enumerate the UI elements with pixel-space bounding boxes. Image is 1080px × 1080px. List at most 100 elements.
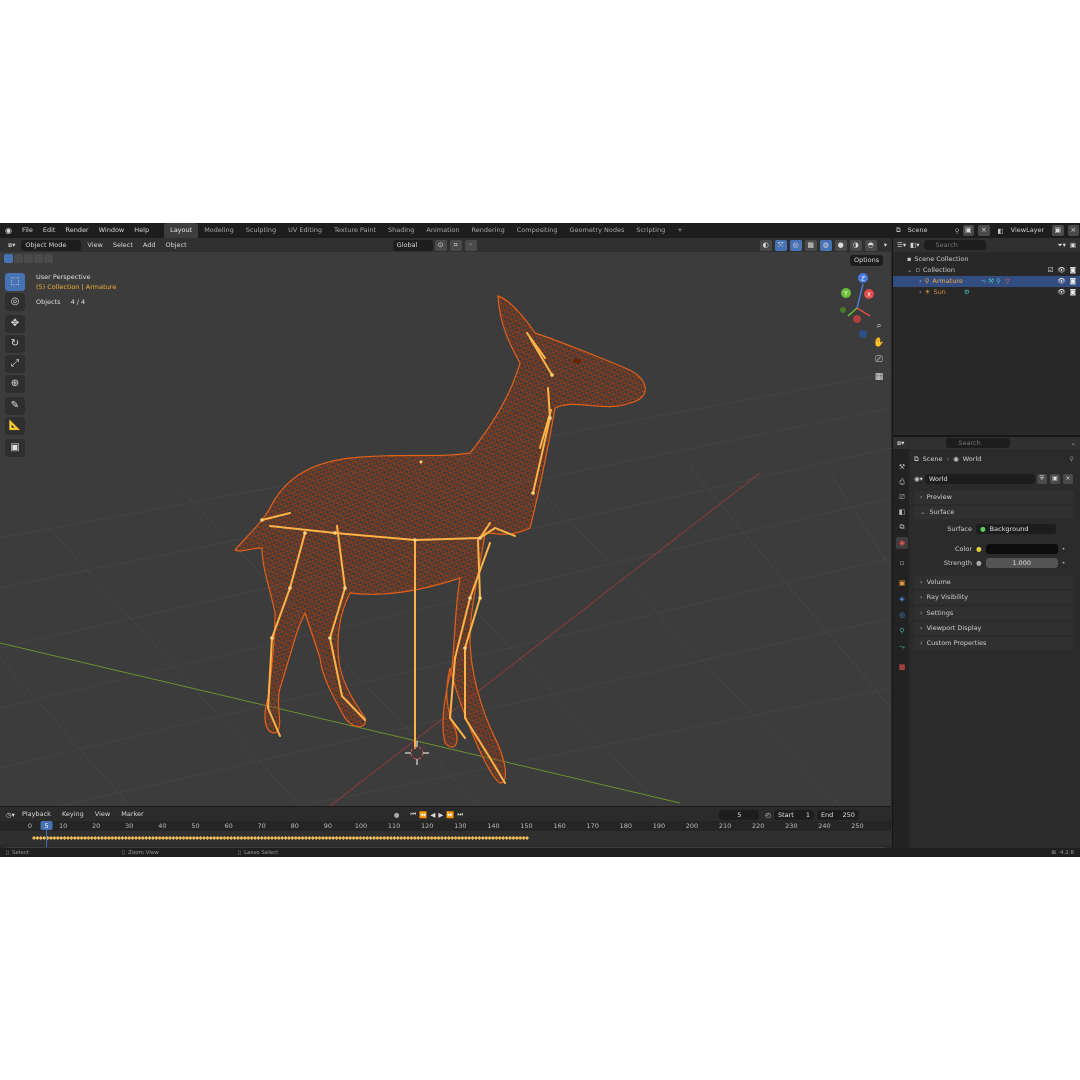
filter-icon[interactable]: ⏷▾ — [1057, 241, 1065, 250]
object-data-tab-icon[interactable]: ⤳ — [896, 641, 908, 653]
annotate-tool-icon[interactable]: ✎ — [5, 397, 25, 415]
collection-tab-icon[interactable]: ▫ — [896, 557, 908, 569]
render-tab-icon[interactable]: ⎙ — [896, 476, 908, 488]
section-settings[interactable]: › Settings — [914, 607, 1074, 620]
keyframe-dot-icon[interactable]: • — [1062, 545, 1066, 553]
outliner-item-armature[interactable]: › ⚲ Armature ⤳ ⚒ ⚲ ▽ 👁 ◙ — [893, 276, 1080, 287]
tool-tab-icon[interactable]: ⚒ — [896, 461, 908, 473]
modifiers-tab-icon[interactable]: ◈ — [896, 593, 908, 605]
menu-timeline-view[interactable]: View — [91, 809, 114, 820]
rotate-tool-icon[interactable]: ↻ — [5, 335, 25, 353]
breadcrumb-world[interactable]: World — [963, 455, 982, 463]
add-workspace-icon[interactable]: + — [671, 223, 688, 238]
scale-tool-icon[interactable]: ⤢ — [5, 355, 25, 373]
scene-tab-icon[interactable]: ⧉ — [896, 521, 908, 533]
menu-object[interactable]: Object — [162, 240, 191, 251]
transform-tool-icon[interactable]: ⊕ — [5, 375, 25, 393]
timeline-track[interactable]: 0 10 20 30 40 50 60 70 80 90 100 110 120 130 140 150 160… — [0, 821, 891, 851]
select-intersect-icon[interactable] — [44, 254, 53, 263]
tab-texture-paint[interactable]: Texture Paint — [328, 223, 382, 238]
expand-arrow-icon[interactable]: › — [919, 287, 922, 298]
properties-search-input[interactable]: Search — [946, 438, 1011, 448]
orientation-selector[interactable]: Global — [392, 239, 433, 251]
select-extend-icon[interactable] — [14, 254, 23, 263]
editor-type-icon[interactable]: ⧇▾ — [4, 240, 19, 251]
properties-editor-icon[interactable]: ⧇▾ — [897, 439, 904, 448]
camera-icon[interactable]: ◙ — [1070, 287, 1076, 298]
move-tool-icon[interactable]: ✥ — [5, 315, 25, 333]
jump-start-icon[interactable]: ⏮ — [410, 810, 416, 819]
menu-render[interactable]: Render — [60, 223, 93, 238]
material-shading-icon[interactable]: ◑ — [849, 239, 862, 251]
tab-shading[interactable]: Shading — [382, 223, 420, 238]
menu-playback[interactable]: Playback — [18, 809, 55, 820]
section-volume[interactable]: › Volume — [914, 576, 1074, 589]
collapse-arrow-icon[interactable]: ⌄ — [907, 265, 912, 276]
light-data-icon[interactable]: ⚙ — [964, 287, 970, 298]
tab-scripting[interactable]: Scripting — [630, 223, 671, 238]
scene-collection-row[interactable]: ▪ Scene Collection — [893, 254, 1080, 265]
physics-tab-icon[interactable]: ◎ — [896, 609, 908, 621]
keyframe-dot-icon[interactable]: • — [1062, 559, 1066, 567]
menu-add[interactable]: Add — [139, 240, 160, 251]
section-viewport-display[interactable]: › Viewport Display — [914, 622, 1074, 635]
xray-icon[interactable]: ▦ — [804, 239, 817, 251]
cursor-tool-icon[interactable]: ◎ — [5, 293, 25, 311]
auto-keying-icon[interactable]: ● — [394, 811, 400, 819]
viewport-canvas[interactable]: Z Y X — [0, 238, 891, 806]
camera-icon[interactable]: ◙ — [1070, 265, 1076, 276]
properties-options-icon[interactable]: ⌄ — [1071, 439, 1076, 447]
pin-icon[interactable]: ⚲ — [955, 227, 960, 235]
view-layer-selector[interactable]: ViewLayer — [1006, 225, 1050, 236]
unlink-world-icon[interactable]: × — [1062, 473, 1073, 484]
select-new-icon[interactable] — [4, 254, 13, 263]
object-tab-icon[interactable]: ▣ — [896, 577, 908, 589]
eye-icon[interactable]: 👁 — [1057, 287, 1065, 298]
blender-logo-icon[interactable]: ◉ — [0, 223, 17, 238]
scene-selector[interactable]: Scene — [903, 225, 952, 236]
measure-tool-icon[interactable]: 📐 — [5, 417, 25, 435]
tab-animation[interactable]: Animation — [420, 223, 465, 238]
menu-file[interactable]: File — [17, 223, 38, 238]
checkbox-icon[interactable]: ☑ — [1048, 265, 1054, 276]
tab-modeling[interactable]: Modeling — [198, 223, 240, 238]
jump-next-key-icon[interactable]: ⏩ — [446, 811, 454, 819]
delete-view-layer-icon[interactable]: × — [1067, 225, 1079, 236]
section-ray-visibility[interactable]: › Ray Visibility — [914, 591, 1074, 604]
output-tab-icon[interactable]: ⎚ — [896, 491, 908, 503]
play-icon[interactable]: ▶ — [438, 811, 443, 819]
select-subtract-icon[interactable] — [24, 254, 33, 263]
gizmo-toggle-icon[interactable]: ⤧ — [774, 239, 787, 251]
tab-rendering[interactable]: Rendering — [466, 223, 511, 238]
view-layer-icon[interactable]: ◧ — [998, 227, 1004, 235]
tab-compositing[interactable]: Compositing — [511, 223, 564, 238]
menu-select[interactable]: Select — [109, 240, 137, 251]
rendered-shading-icon[interactable]: ◓ — [864, 239, 877, 251]
add-cube-tool-icon[interactable]: ▣ — [5, 439, 25, 457]
world-tab-icon[interactable]: ◉ — [896, 537, 908, 549]
proportional-edit-icon[interactable]: ◦ — [464, 239, 477, 251]
outliner-editor-icon[interactable]: ☰▾ — [897, 241, 906, 249]
new-scene-icon[interactable]: ▣ — [962, 225, 975, 236]
tab-sculpting[interactable]: Sculpting — [240, 223, 282, 238]
tab-geometry-nodes[interactable]: Geometry Nodes — [564, 223, 631, 238]
menu-keying[interactable]: Keying — [58, 809, 88, 820]
end-frame-field[interactable]: End 250 — [816, 809, 859, 820]
outliner[interactable]: ☰▾ ◧▾ Search ⏷▾ ▣ ▪ Scene Collection ⌄ ▫… — [892, 238, 1080, 434]
world-browse-icon[interactable]: ◉▾ — [914, 475, 923, 483]
camera-view-icon[interactable]: ⎚ — [872, 353, 886, 367]
collection-row[interactable]: ⌄ ▫ Collection ☑ 👁 ◙ — [893, 265, 1080, 276]
gizmo-z-label[interactable]: Z — [861, 276, 865, 283]
breadcrumb-scene[interactable]: Scene — [923, 455, 943, 463]
section-custom-properties[interactable]: › Custom Properties — [914, 637, 1074, 650]
outliner-item-sun[interactable]: › ☀ Sun ⚙ 👁 ◙ — [893, 287, 1080, 298]
outliner-search-input[interactable]: Search — [923, 240, 986, 250]
3d-viewport[interactable]: Z Y X ⧇▾ Object Mode View Select Add Obj… — [0, 238, 891, 806]
start-frame-field[interactable]: Start 1 — [773, 809, 814, 820]
current-frame-field[interactable]: 5 — [719, 809, 760, 820]
delete-scene-icon[interactable]: × — [978, 225, 990, 236]
preview-range-icon[interactable]: ◴ — [765, 811, 771, 819]
eye-icon[interactable]: 👁 — [1057, 276, 1065, 287]
gizmo-y-label[interactable]: Y — [843, 291, 848, 298]
color-swatch[interactable] — [985, 544, 1058, 554]
